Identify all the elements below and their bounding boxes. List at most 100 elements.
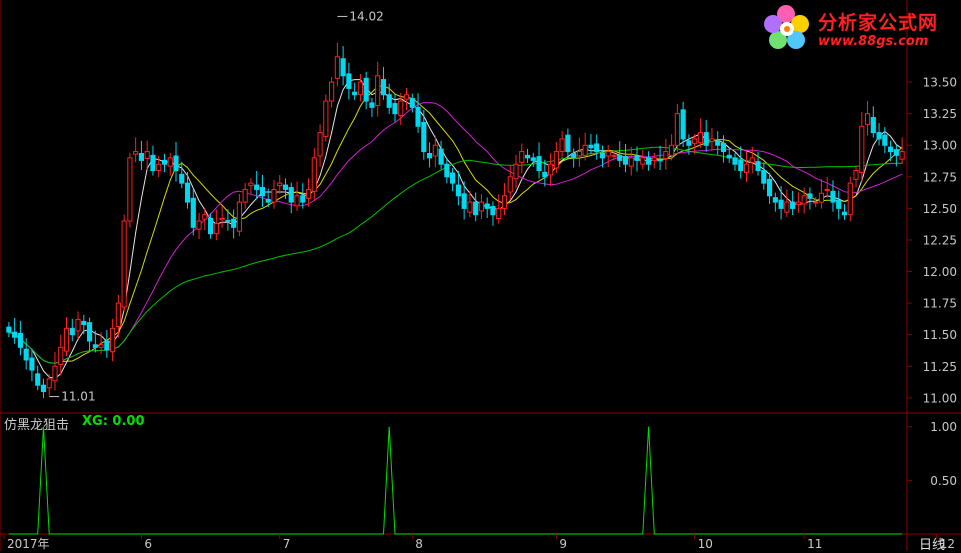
candle-down: [421, 122, 427, 153]
price-tick-label: 12.25: [923, 233, 957, 247]
period-label[interactable]: 日线: [919, 534, 945, 553]
candle-down: [415, 106, 421, 127]
candle-up: [576, 151, 582, 157]
candle-down: [444, 163, 450, 178]
candle-down: [617, 154, 623, 161]
candle-down: [524, 154, 531, 159]
price-tick-label: 11.75: [923, 297, 957, 311]
candle-down: [380, 79, 387, 96]
candle-down: [841, 211, 848, 216]
candle-up: [236, 201, 242, 232]
candle-down: [738, 159, 744, 172]
candle-up: [697, 132, 703, 144]
price-tick-label: 12.75: [923, 170, 957, 184]
candle-up: [110, 327, 116, 353]
candle-up: [611, 154, 617, 157]
price-tick-label: 13.50: [923, 76, 957, 90]
candle-down: [150, 154, 156, 172]
candle-down: [254, 184, 260, 190]
candle-up: [553, 151, 559, 169]
candle-up: [651, 157, 657, 161]
candle-down: [86, 322, 93, 342]
candle-down: [726, 154, 732, 159]
candle-up: [196, 220, 202, 230]
candle-down: [836, 199, 842, 209]
candle-down: [300, 195, 306, 203]
flower-logo-icon: [764, 5, 809, 49]
date-tick-label: 7: [283, 537, 291, 551]
candle-down: [69, 327, 75, 336]
date-tick-label: 8: [415, 537, 423, 551]
candle-down: [755, 161, 761, 172]
candle-down: [352, 91, 358, 96]
candle-down: [346, 73, 352, 89]
candle-down: [720, 142, 727, 153]
candle-down: [438, 148, 444, 165]
candle-down: [40, 384, 47, 393]
candle-up: [559, 138, 565, 153]
candle-up: [98, 344, 104, 348]
candle-up: [403, 94, 410, 100]
candle-up: [749, 157, 755, 163]
candle-up: [248, 182, 254, 187]
candle-up: [357, 81, 363, 96]
candle-up: [121, 220, 127, 308]
candle-down: [450, 172, 456, 184]
candle-down: [409, 98, 415, 108]
candle-down: [542, 171, 548, 178]
candle-down: [190, 197, 196, 228]
candle-up: [519, 151, 525, 163]
candle-down: [622, 156, 629, 165]
high-price-label: 14.02: [349, 9, 383, 23]
candle-down: [173, 155, 179, 172]
indicator-tick-label: 0.50: [930, 474, 957, 488]
candle-up: [202, 214, 208, 220]
kline-chart-canvas: 11.00 11.25 11.50 11.75 12.00 12.25 12.50 12.75…: [0, 0, 961, 551]
candle-down: [184, 182, 191, 203]
candle-up: [323, 100, 329, 137]
date-tick-label: 6: [144, 537, 152, 551]
candle-up: [795, 201, 801, 206]
candle-up: [743, 163, 750, 173]
candle-up: [467, 201, 473, 213]
ma5-line: [8, 79, 903, 379]
candle-up: [432, 144, 438, 157]
candle-down: [680, 109, 686, 140]
candle-down: [225, 219, 231, 222]
candle-down: [772, 197, 778, 203]
candle-up: [277, 182, 283, 187]
candle-down: [530, 157, 536, 161]
candlestick-series: [6, 42, 905, 399]
candle-up: [127, 157, 133, 222]
indicator-panel-axis: 0.50 1.00: [907, 420, 957, 488]
candle-down: [882, 134, 888, 146]
candle-down: [565, 134, 571, 153]
price-tick-label: 12.00: [923, 265, 957, 279]
candle-down: [161, 159, 168, 165]
chart-frame: [0, 0, 961, 551]
candle-up: [507, 176, 513, 193]
candle-down: [571, 152, 577, 159]
candle-up: [859, 125, 865, 173]
indicator-name: 仿黑龙狙击: [4, 418, 70, 433]
candle-down: [23, 348, 29, 361]
candle-down: [231, 218, 237, 228]
candle-up: [478, 201, 485, 212]
candle-up: [156, 163, 162, 172]
candle-up: [669, 144, 675, 156]
low-price-label: 11.01: [61, 390, 95, 404]
candle-down: [657, 159, 663, 162]
candle-down: [766, 178, 773, 197]
candle-down: [35, 373, 41, 386]
candle-down: [138, 152, 145, 161]
candle-down: [426, 152, 433, 159]
candle-up: [144, 151, 150, 160]
candle-down: [259, 187, 266, 197]
candle-down: [81, 320, 87, 326]
candle-down: [778, 199, 784, 209]
candle-down: [179, 173, 185, 184]
candle-up: [213, 223, 219, 235]
site-logo-url: www.88gs.com: [818, 34, 929, 49]
candle-up: [513, 163, 519, 180]
candle-down: [645, 157, 652, 165]
